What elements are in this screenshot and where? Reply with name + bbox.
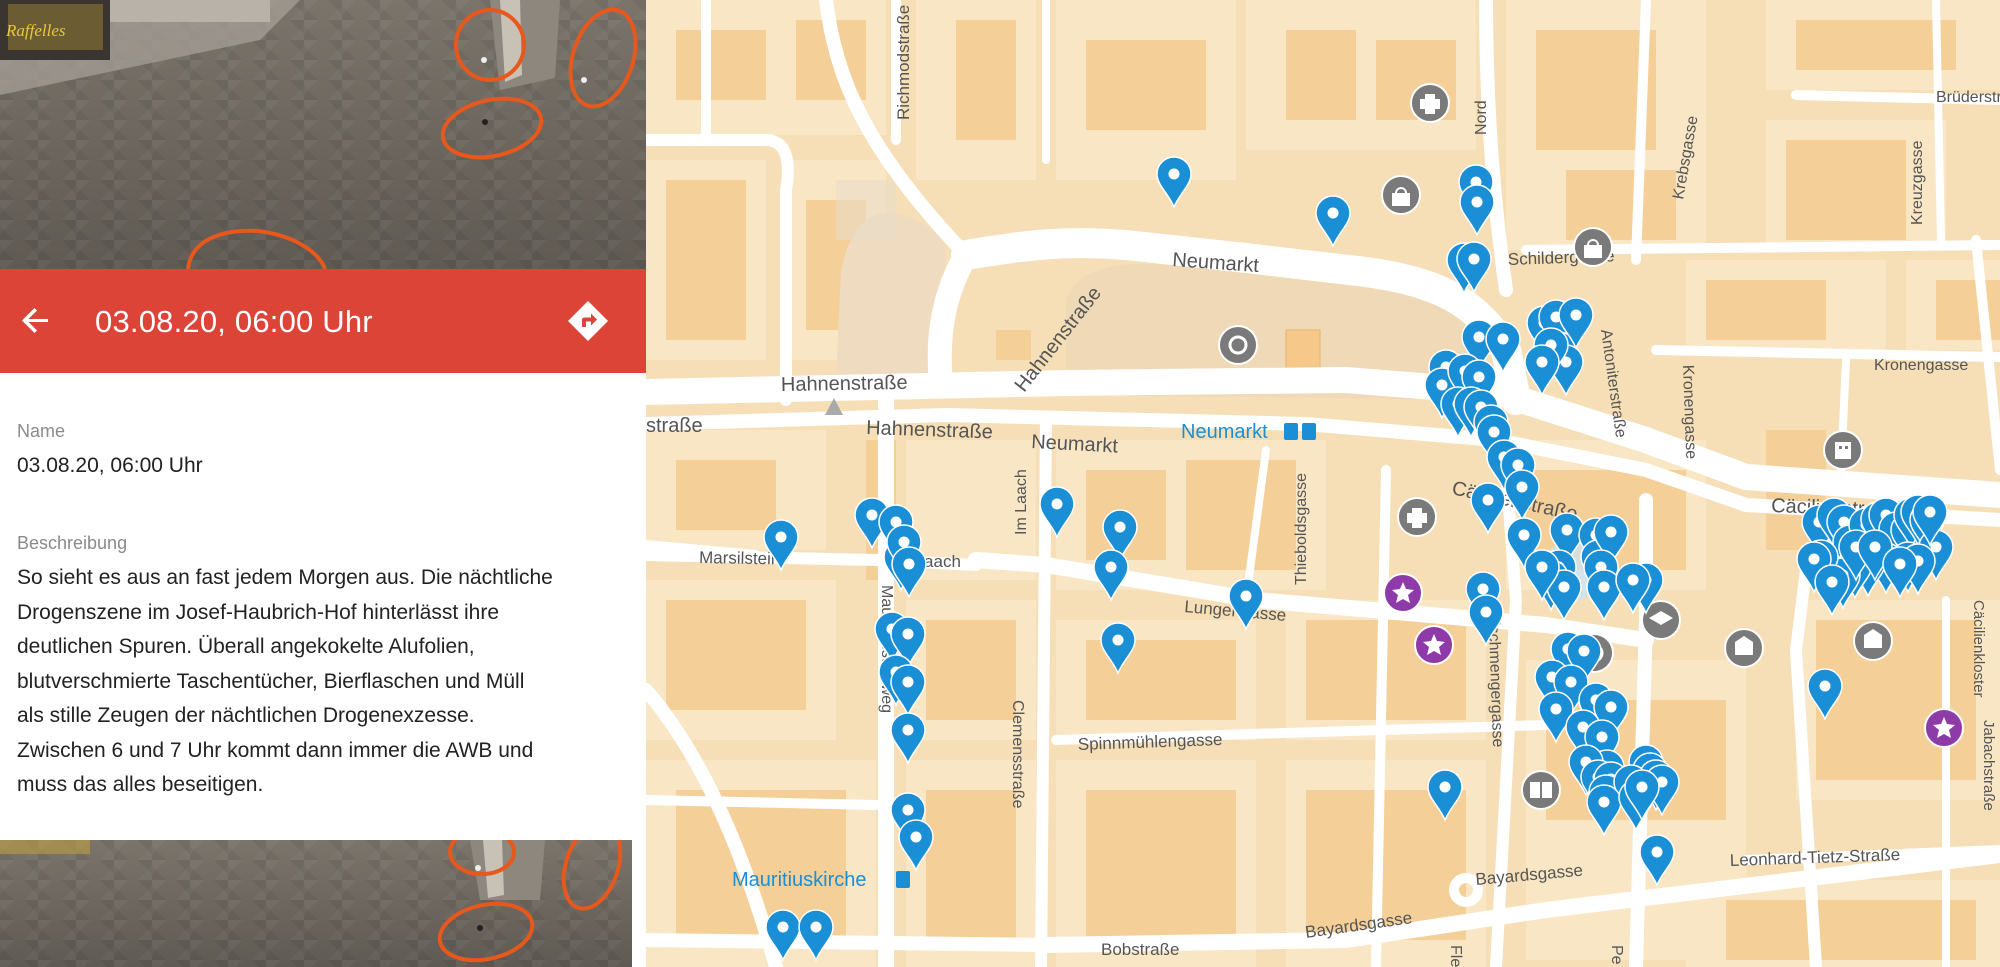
description-line: muss das alles beseitigen. xyxy=(17,773,264,796)
report-photo-thumbnail[interactable] xyxy=(0,840,632,967)
star-icon[interactable] xyxy=(1414,625,1454,665)
street-label: Thieboldsgasse xyxy=(1293,473,1310,585)
description-line: So sieht es aus an fast jedem Morgen aus… xyxy=(17,566,553,589)
street-label: Spinnmühlengasse xyxy=(1077,730,1222,754)
report-photo[interactable]: Raffelles xyxy=(0,0,646,269)
location-marker[interactable] xyxy=(1470,482,1506,535)
street-label: Cäcilienkloster xyxy=(1970,600,1987,698)
name-label: Name xyxy=(17,421,66,441)
landmark-icon[interactable] xyxy=(1218,325,1258,365)
description-line: Zwischen 6 und 7 Uhr kommt dann immer di… xyxy=(17,738,534,762)
street-label: Kreuzgasse xyxy=(1909,140,1926,225)
map-canvas[interactable]: Richmodstraße Neumarkt Hahnenstraße Hahn… xyxy=(646,0,2000,967)
street-label: Nord xyxy=(1473,100,1490,135)
name-value: 03.08.20, 06:00 Uhr xyxy=(17,454,203,477)
description-label: Beschreibung xyxy=(17,533,128,553)
church-label: Mauritiuskirche xyxy=(732,869,866,891)
location-marker[interactable] xyxy=(891,546,927,599)
street-label: Im Laach xyxy=(1013,469,1030,535)
building-icon[interactable] xyxy=(1823,430,1863,470)
street-label: Jabachstraße xyxy=(1980,720,1997,811)
description-line: Drogenszene im Josef-Haubrich-Hof hinter… xyxy=(17,600,500,624)
street-label: Neumarkt xyxy=(1031,431,1119,458)
location-marker[interactable] xyxy=(1156,156,1192,209)
street-label: Kronengasse xyxy=(1679,365,1699,460)
hospital-icon[interactable] xyxy=(1397,497,1437,537)
station-label: Neumarkt xyxy=(1181,421,1268,443)
detail-header: 03.08.20, 06:00 Uhr xyxy=(0,269,646,373)
museum-icon[interactable] xyxy=(1724,628,1764,668)
street-label: straße xyxy=(646,415,703,437)
street-label: Clemensstraße xyxy=(1009,700,1026,809)
description-line: blutverschmierte Taschentücher, Bierflas… xyxy=(17,669,525,693)
store-sign-text: Raffelles xyxy=(5,21,66,40)
street-label: Bobstraße xyxy=(1101,940,1179,959)
street-label: Pe xyxy=(1608,945,1625,965)
description-line: deutlichen Spuren. Überall angekokelte A… xyxy=(17,635,475,658)
street-label: Kronengasse xyxy=(1874,357,1968,374)
location-marker[interactable] xyxy=(1093,549,1129,602)
report-photo-drawing: Raffelles xyxy=(0,0,638,269)
street-label: Brüderstraße xyxy=(1936,89,2000,106)
street-label: Richmodstraße xyxy=(894,5,913,120)
shopping-icon[interactable] xyxy=(1381,175,1421,215)
arrow-left-icon xyxy=(22,308,48,333)
library-icon[interactable] xyxy=(1521,770,1561,810)
app-root: Raffelles 03.08.20, 06:00 Uhr Name 03.08… xyxy=(0,0,2000,967)
location-marker[interactable] xyxy=(1315,195,1351,248)
tram-icon xyxy=(896,871,910,888)
location-marker[interactable] xyxy=(1459,184,1495,237)
page-title: 03.08.20, 06:00 Uhr xyxy=(95,304,373,339)
directions-icon xyxy=(568,301,608,341)
shopping-icon[interactable] xyxy=(1573,227,1613,267)
museum-icon[interactable] xyxy=(1853,621,1893,661)
back-button[interactable] xyxy=(14,299,58,343)
location-marker[interactable] xyxy=(1524,344,1560,397)
star-icon[interactable] xyxy=(1924,708,1964,748)
street-label: Fle xyxy=(1447,945,1464,967)
tram-icon xyxy=(1284,423,1298,440)
street-label: Hahnenstraße xyxy=(781,372,908,396)
thumbnail-drawing xyxy=(0,840,623,963)
description-line: als stille Zeugen der nächtlichen Drogen… xyxy=(17,704,475,727)
street-label: Hahnenstraße xyxy=(866,417,993,443)
star-icon[interactable] xyxy=(1383,573,1423,613)
directions-button[interactable] xyxy=(564,297,612,345)
hospital-icon[interactable] xyxy=(1410,83,1450,123)
map-view[interactable]: Richmodstraße Neumarkt Hahnenstraße Hahn… xyxy=(646,0,2000,967)
subway-icon xyxy=(1302,423,1316,440)
street-label: Marsilstein xyxy=(699,548,781,568)
detail-panel: Raffelles 03.08.20, 06:00 Uhr Name 03.08… xyxy=(0,0,647,967)
location-marker[interactable] xyxy=(890,712,926,765)
